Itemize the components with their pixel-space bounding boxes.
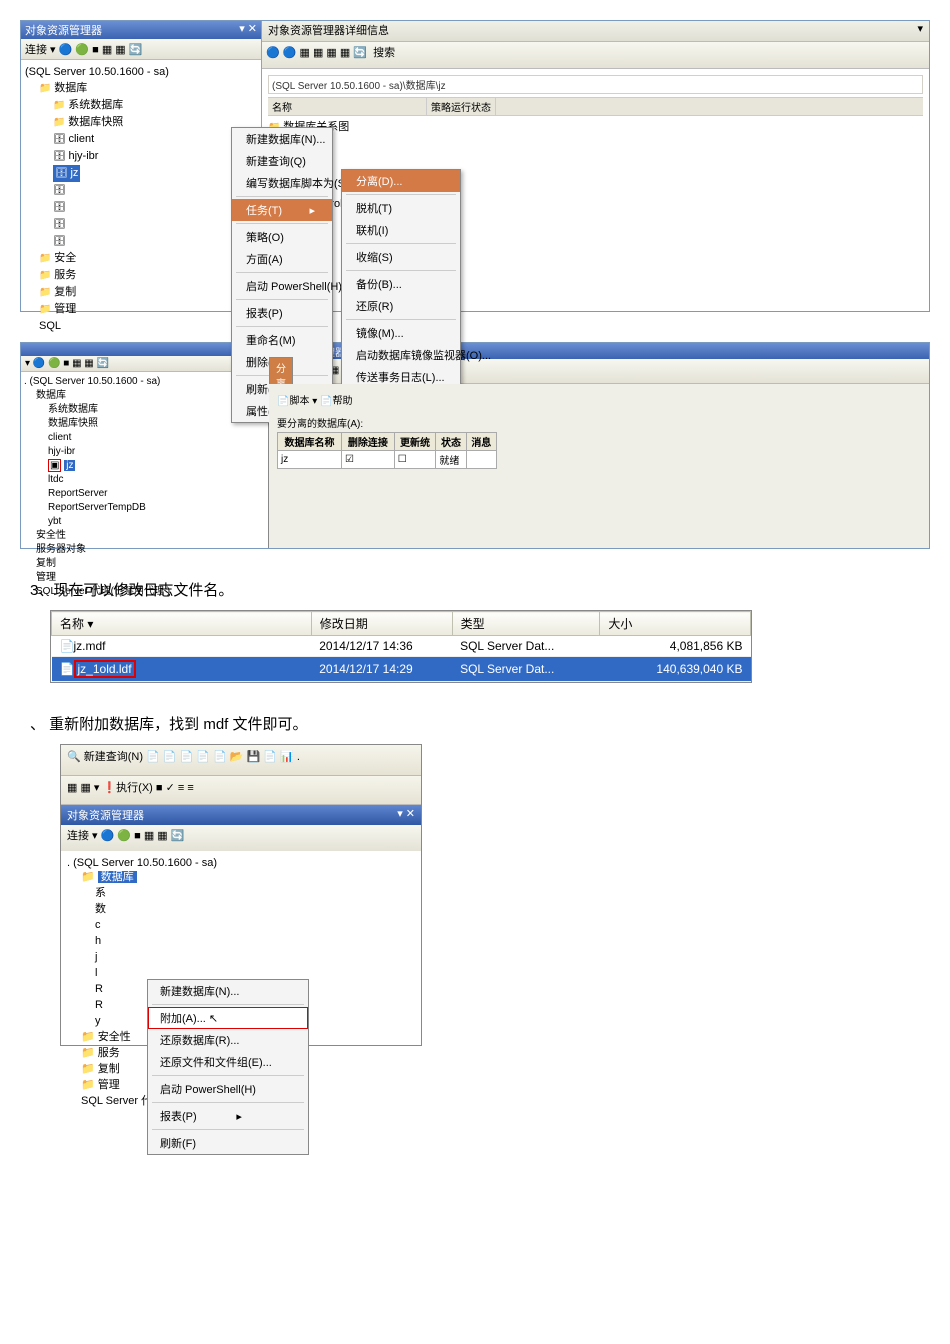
cm1-item[interactable]: 编写数据库脚本为(S) — [232, 172, 332, 194]
cm2-item[interactable]: 还原(R) — [342, 295, 460, 317]
cm2-item[interactable]: 镜像(M)... — [342, 322, 460, 344]
tree-item[interactable]: 数据库快照 — [53, 114, 257, 131]
file-row-ldf[interactable]: 📄jz_1old.ldf 2014/12/17 14:29 SQL Server… — [52, 657, 751, 682]
fig1-left-title: 对象资源管理器 ▾ ✕ — [21, 21, 261, 39]
fig4-tree[interactable]: . (SQL Server 10.50.1600 - sa) 📁 数据库 系 数… — [61, 851, 421, 1161]
fig2-detach-dialog: ▾ ✕ ▾ 🔵 🟢 ■ ▦ ▦ 🔄 . (SQL Server 10.50.16… — [20, 342, 930, 549]
menu4-refresh[interactable]: 刷新(F) — [148, 1132, 308, 1154]
fig4-attach: 🔍 新建查询(N) 📄 📄 📄 📄 📄 📂 💾 📄 📊 . ▦ ▦ ▾ ❗执行(… — [60, 744, 422, 1046]
detach-row[interactable]: jz ☑ ☐ 就绪 — [278, 451, 497, 469]
fig4-db-node[interactable]: 📁 数据库 — [81, 869, 415, 885]
step4-text: 、 重新附加数据库，找到 mdf 文件即可。 — [30, 713, 930, 734]
cm2-detach[interactable]: 分离(D)... — [342, 170, 460, 192]
cm1-item[interactable]: 重命名(M) — [232, 329, 332, 351]
tree-item-jz[interactable]: jz — [53, 165, 80, 182]
cm1-item[interactable]: 启动 PowerShell(H) — [232, 275, 332, 297]
fig4-toolbar2[interactable]: ▦ ▦ ▾ ❗执行(X) ■ ✓ ≡ ≡ — [61, 776, 421, 805]
tree-item[interactable] — [53, 233, 257, 250]
tree-item[interactable]: h — [95, 933, 415, 949]
fig1-left-title-text: 对象资源管理器 — [25, 22, 102, 38]
fig2-crumb[interactable]: 📄脚本 ▾ 📄帮助 — [277, 392, 921, 407]
cm1-item[interactable]: 新建数据库(N)... — [232, 128, 332, 150]
cm2-item[interactable]: 联机(I) — [342, 219, 460, 241]
cm2-item[interactable]: 收缩(S) — [342, 246, 460, 268]
tree-item[interactable]: 系 — [95, 885, 415, 901]
tree-folder[interactable]: SQL — [39, 318, 257, 334]
tree-item[interactable]: hjy-ibr — [53, 148, 257, 165]
tree-item[interactable] — [53, 199, 257, 216]
list-item[interactable]: 表 — [268, 134, 923, 150]
tree-folder[interactable]: 管理 — [39, 301, 257, 318]
tree-item[interactable]: c — [95, 917, 415, 933]
file-row-mdf[interactable]: 📄jz.mdf 2014/12/17 14:36 SQL Server Dat.… — [52, 636, 751, 657]
fig1-right-crumb: (SQL Server 10.50.1600 - sa)\数据库\jz — [268, 75, 923, 94]
fig1-left-pane: 对象资源管理器 ▾ ✕ 连接 ▾ 🔵 🟢 ■ ▦ ▦ 🔄 (SQL Server… — [21, 21, 262, 311]
fig4-context-menu[interactable]: 新建数据库(N)... 附加(A)... ↖ 还原数据库(R)... 还原文件和… — [147, 979, 309, 1155]
fig1-toolbar[interactable]: 连接 ▾ 🔵 🟢 ■ ▦ ▦ 🔄 — [21, 39, 261, 60]
fig1-right-title: 对象资源管理器详细信息 ▾ — [262, 21, 929, 42]
tree-item[interactable]: j — [95, 949, 415, 965]
cm2-item[interactable]: 启动数据库镜像监视器(O)... — [342, 344, 460, 366]
tree-folder[interactable]: 复制 — [39, 284, 257, 301]
fig1-db-root[interactable]: 数据库 — [39, 80, 257, 97]
cm1-item[interactable]: 报表(P) — [232, 302, 332, 324]
detach-table[interactable]: 数据库名称 删除连接 更新统 状态 消息 jz ☑ ☐ 就绪 — [277, 432, 497, 469]
cm2-item[interactable]: 脱机(T) — [342, 197, 460, 219]
cm2-item[interactable]: 备份(B)... — [342, 273, 460, 295]
menu4-report[interactable]: 报表(P) ▸ — [148, 1105, 308, 1127]
fig1-detach-context-menu: 对象资源管理器 ▾ ✕ 连接 ▾ 🔵 🟢 ■ ▦ ▦ 🔄 (SQL Server… — [20, 20, 930, 312]
fig2-server: . (SQL Server 10.50.1600 - sa) — [24, 375, 265, 389]
cm1-item[interactable]: 策略(O) — [232, 226, 332, 248]
tree-item[interactable] — [53, 216, 257, 233]
fig2-detach-label: 要分离的数据库(A): — [277, 415, 921, 430]
fig3-file-table: 名称 ▾ 修改日期 类型 大小 📄jz.mdf 2014/12/17 14:36… — [50, 610, 752, 683]
tree-folder[interactable]: 安全 — [39, 250, 257, 267]
fig1-left-winbtn[interactable]: ▾ ✕ — [239, 22, 257, 38]
fig4-toolbar[interactable]: 连接 ▾ 🔵 🟢 ■ ▦ ▦ 🔄 — [61, 825, 421, 851]
menu4-new[interactable]: 新建数据库(N)... — [148, 980, 308, 1002]
step3-text: 3、现在可以修改日志文件名。 — [30, 579, 930, 600]
cm1-item[interactable]: 方面(A) — [232, 248, 332, 270]
file-header-row: 名称 ▾ 修改日期 类型 大小 — [52, 612, 751, 636]
menu4-item[interactable]: 还原文件和文件组(E)... — [148, 1051, 308, 1073]
tree-item[interactable] — [53, 182, 257, 199]
menu4-attach[interactable]: 附加(A)... ↖ — [148, 1007, 308, 1029]
tree-item[interactable]: client — [53, 131, 257, 148]
cm1-item[interactable]: 新建查询(Q) — [232, 150, 332, 172]
menu4-item[interactable]: 还原数据库(R)... — [148, 1029, 308, 1051]
fig1-server: (SQL Server 10.50.1600 - sa) — [25, 64, 257, 80]
tree-item[interactable]: 系统数据库 — [53, 97, 257, 114]
list-item[interactable]: 视图 — [268, 150, 923, 166]
cm1-task-item[interactable]: 任务(T) ▸ — [232, 199, 332, 221]
tree-folder[interactable]: 服务 — [39, 267, 257, 284]
fig4-menubar[interactable]: 🔍 新建查询(N) 📄 📄 📄 📄 📄 📂 💾 📄 📊 . — [61, 745, 421, 776]
list-item[interactable]: 数据库关系图 — [268, 118, 923, 134]
fig1-right-header: 名称 策略运行状态 — [268, 97, 923, 116]
menu4-ps[interactable]: 启动 PowerShell(H) — [148, 1078, 308, 1100]
tree-item[interactable]: 数 — [95, 901, 415, 917]
fig4-server: . (SQL Server 10.50.1600 - sa) — [67, 857, 415, 869]
fig1-tree[interactable]: (SQL Server 10.50.1600 - sa) 数据库 系统数据库 数… — [21, 60, 261, 338]
fig2-jz-node[interactable]: ▣ jz — [48, 459, 265, 473]
fig1-right-toolbar[interactable]: 🔵 🔵 ▦ ▦ ▦ ▦ 🔄 搜索 — [262, 42, 929, 69]
fig4-object-explorer-title: 对象资源管理器 ▾ ✕ — [61, 805, 421, 825]
